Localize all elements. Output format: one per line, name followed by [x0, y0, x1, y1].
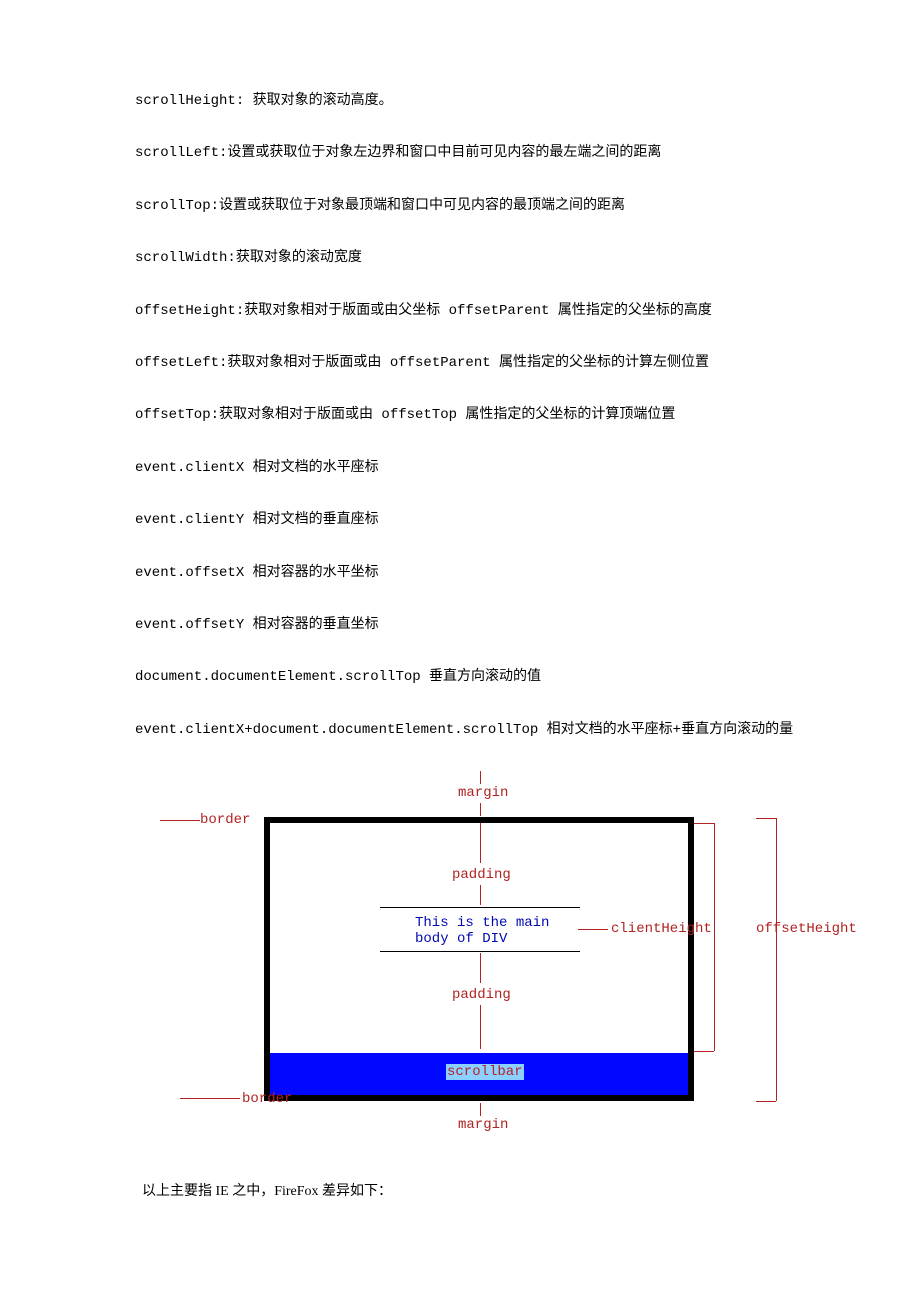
border-bottom-line	[180, 1098, 240, 1099]
offset-bottom-tick	[756, 1101, 776, 1102]
margin-top-tick2	[480, 803, 481, 816]
footer-note: 以上主要指 IE 之中，FireFox 差异如下：	[100, 1181, 820, 1203]
definition-line: offsetTop:获取对象相对于版面或由 offsetTop 属性指定的父坐标…	[100, 404, 820, 426]
definition-line: event.clientX 相对文档的水平座标	[100, 457, 820, 479]
definition-line: event.offsetX 相对容器的水平坐标	[100, 562, 820, 584]
margin-bottom-label: margin	[458, 1117, 508, 1133]
padding-top-line	[480, 823, 481, 863]
border-top-label: border	[200, 812, 250, 828]
padding-bottom-line2	[480, 1005, 481, 1049]
scrollbar-label: scrollbar	[446, 1064, 524, 1080]
margin-bottom-tick	[480, 1103, 481, 1116]
padding-bottom-line1	[480, 953, 481, 983]
definition-line: event.offsetY 相对容器的垂直坐标	[100, 614, 820, 636]
margin-top-tick	[480, 771, 481, 784]
offsetheight-label: offsetHeight	[756, 921, 857, 937]
definition-line: event.clientY 相对文档的垂直座标	[100, 509, 820, 531]
body-top-hr	[380, 907, 580, 908]
body-bottom-hr	[380, 951, 580, 952]
offset-top-tick	[756, 818, 776, 819]
border-bottom-label: border	[242, 1091, 292, 1107]
client-body-tick	[578, 929, 608, 930]
padding-top-line2	[480, 885, 481, 905]
offset-bracket	[776, 818, 777, 1101]
body-text-line2: body of DIV	[415, 931, 507, 947]
definition-line: scrollHeight: 获取对象的滚动高度。	[100, 90, 820, 112]
box-model-diagram: margin border padding This is the main b…	[160, 771, 860, 1151]
definition-line: scrollWidth:获取对象的滚动宽度	[100, 247, 820, 269]
client-bracket	[714, 823, 715, 1051]
definition-line: document.documentElement.scrollTop 垂直方向滚…	[100, 666, 820, 688]
clientheight-label: clientHeight	[611, 921, 712, 937]
definition-line: scrollTop:设置或获取位于对象最顶端和窗口中可见内容的最顶端之间的距离	[100, 195, 820, 217]
definition-line: offsetHeight:获取对象相对于版面或由父坐标 offsetParent…	[100, 300, 820, 322]
document-page: scrollHeight: 获取对象的滚动高度。 scrollLeft:设置或获…	[0, 0, 920, 1263]
client-top-tick	[694, 823, 714, 824]
margin-top-label: margin	[458, 785, 508, 801]
definition-line: scrollLeft:设置或获取位于对象左边界和窗口中目前可见内容的最左端之间的…	[100, 142, 820, 164]
padding-bottom-label: padding	[452, 987, 511, 1003]
padding-top-label: padding	[452, 867, 511, 883]
border-top-line	[160, 820, 200, 821]
definition-line: offsetLeft:获取对象相对于版面或由 offsetParent 属性指定…	[100, 352, 820, 374]
client-bottom-tick	[694, 1051, 714, 1052]
body-text-line1: This is the main	[415, 915, 549, 931]
definition-line: event.clientX+document.documentElement.s…	[100, 719, 820, 741]
